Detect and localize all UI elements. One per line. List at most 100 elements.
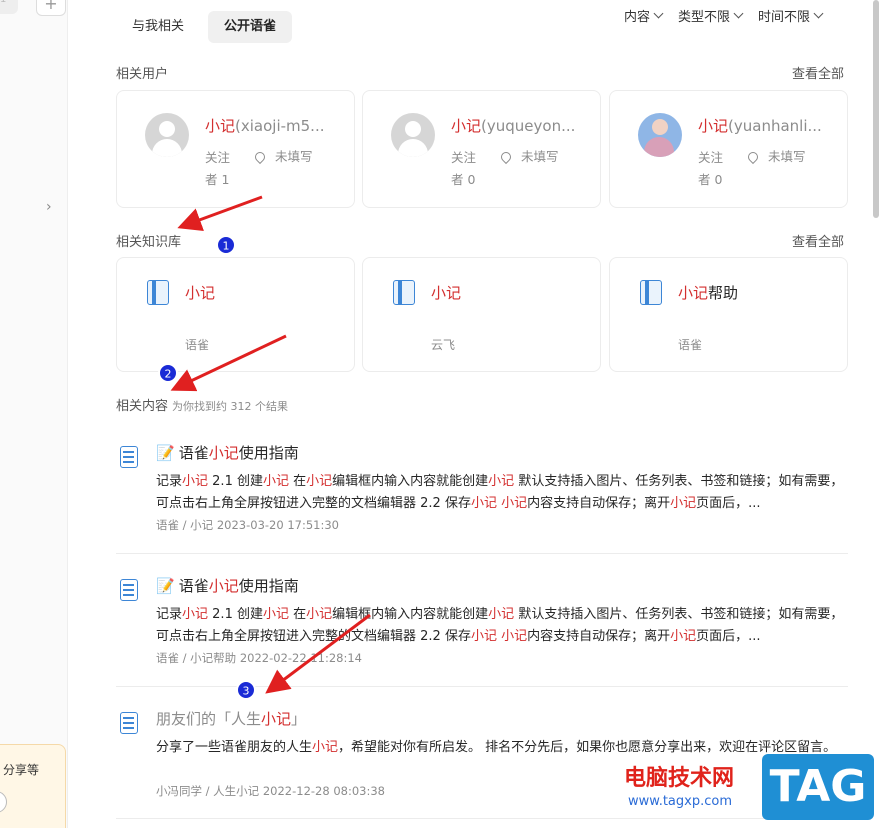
keyword-highlight: 小记 [488,474,515,489]
promo-text: 分享等 [3,763,40,777]
result-title[interactable]: 📝 语雀小记使用指南 [156,575,299,596]
keyword-highlight: 小记 [306,474,333,489]
kb-owner: 语雀 [678,338,703,352]
snippet-text: 编辑框内输入内容就能创建 [332,474,489,489]
keyword-highlight: 小记 [501,629,528,644]
book-icon [147,280,169,305]
filter-type-dropdown[interactable]: 类型不限 [678,6,744,25]
follower-count: 者 1 [205,172,230,187]
result-item[interactable]: 📝 语雀小记使用指南 记录小记 2.1 创建小记 在小记编辑框内输入内容就能创建小… [116,573,848,673]
location-pin-icon [745,149,761,165]
avatar [145,113,189,157]
kb-name[interactable]: 小记 [431,282,461,303]
promo-button[interactable] [0,791,7,813]
keyword-highlight: 小记 [262,474,289,489]
user-name[interactable]: 小记(yuqueyon... [451,115,581,136]
filter-bar: 内容 类型不限 时间不限 [624,6,824,25]
result-count: 为你找到约 312 个结果 [172,400,289,413]
follower-count: 者 0 [451,172,476,187]
snippet-text: 内容支持自动保存；离开 [527,629,671,644]
tab-related-to-me[interactable]: 与我相关 [116,11,200,43]
result-item[interactable]: 📝 语雀小记使用指南 记录小记 2.1 创建小记 在小记编辑框内输入内容就能创建小… [116,440,848,540]
book-icon [640,280,662,305]
promo-card[interactable]: 分享等 [0,744,66,828]
snippet-text: 页面后，... [696,496,761,511]
snippet-text: 2.1 创建 [208,474,263,489]
kb-name[interactable]: 小记 [185,282,215,303]
location: 未填写 [498,146,559,168]
scrollbar-thumb[interactable] [873,0,879,218]
filter-content-dropdown[interactable]: 内容 [624,6,664,25]
document-icon [120,579,138,601]
avatar [391,113,435,157]
divider [116,686,848,687]
memo-icon: 📝 [156,577,175,595]
book-icon [393,280,415,305]
document-icon [120,446,138,468]
user-name[interactable]: 小记(yuanhanli... [698,115,828,136]
user-card[interactable]: 小记(yuqueyon... 关注 未填写 者 0 [362,90,601,208]
keyword-highlight: 小记 [670,496,697,511]
snippet-text: 记录 [156,607,183,622]
user-card[interactable]: 小记(xiaoji-m5... 关注 未填写 者 1 [116,90,355,208]
add-button[interactable]: + [36,0,66,16]
kb-owner: 语雀 [185,338,210,352]
tab-public-yuque[interactable]: 公开语雀 [208,11,293,43]
related-kb-title: 相关知识库 [116,235,182,250]
keyword-highlight: 小记 [312,740,339,755]
result-snippet: 分享了一些语雀朋友的人生小记，希望能对你有所启发。 排名不分先后，如果你也愿意分… [156,737,848,759]
result-meta: 小冯同学 / 人生小记 2022-12-28 08:03:38 [156,784,385,798]
kb-card[interactable]: 小记 云飞 [362,257,601,372]
user-meta: 关注 未填写 者 0 [451,146,559,191]
user-name[interactable]: 小记(xiaoji-m5... [205,115,335,136]
watermark-url: www.tagxp.com [628,794,732,809]
follow-label: 关注 [451,150,477,165]
location-pin-icon [252,149,268,165]
result-meta: 语雀 / 小记 2023-03-20 17:51:30 [156,518,339,532]
follower-count: 者 0 [698,172,723,187]
follow-label: 关注 [205,150,231,165]
chevron-right-icon[interactable]: › [46,199,52,215]
watermark-tag-logo: TAG [762,754,874,820]
snippet-text: 页面后，... [696,629,761,644]
related-content-title: 相关内容 为你找到约 312 个结果 [116,399,289,414]
keyword-highlight: 小记 [501,496,528,511]
user-meta: 关注 未填写 者 0 [698,146,806,191]
annotation-badge: 1 [216,235,236,255]
snippet-text: ，希望能对你有所启发。 排名不分先后，如果你也愿意分享出来，欢迎在评论区留言。 [338,740,837,755]
keyword-highlight: 小记 [470,496,497,511]
snippet-text: 记录 [156,474,183,489]
result-title[interactable]: 📝 语雀小记使用指南 [156,442,299,463]
see-all-users-link[interactable]: 查看全部 [792,63,844,82]
result-snippet: 记录小记 2.1 创建小记 在小记编辑框内输入内容就能创建小记 默认支持插入图片… [156,471,848,515]
related-users-title: 相关用户 [116,67,169,82]
document-icon [120,712,138,734]
kb-card[interactable]: 小记帮助 语雀 [609,257,848,372]
snippet-text: 编辑框内输入内容就能创建 [332,607,489,622]
result-snippet: 记录小记 2.1 创建小记 在小记编辑框内输入内容就能创建小记 默认支持插入图片… [156,604,848,648]
avatar [638,113,682,157]
user-card[interactable]: 小记(yuanhanli... 关注 未填写 者 0 [609,90,848,208]
result-meta: 语雀 / 小记帮助 2022-02-22 11:28:14 [156,651,362,665]
follow-label: 关注 [698,150,724,165]
chevron-down-icon [813,8,824,19]
kb-card[interactable]: 小记 语雀 [116,257,355,372]
snippet-text: 内容支持自动保存；离开 [527,496,671,511]
result-title[interactable]: 朋友们的「人生小记」 [156,708,306,729]
kb-name[interactable]: 小记帮助 [678,282,738,303]
keyword-highlight: 小记 [306,607,333,622]
user-meta: 关注 未填写 者 1 [205,146,313,191]
filter-time-dropdown[interactable]: 时间不限 [758,6,824,25]
sidebar-partial-item[interactable]: 1 [0,0,18,14]
keyword-highlight: 小记 [262,607,289,622]
kb-owner: 云飞 [431,338,456,352]
keyword-highlight: 小记 [470,629,497,644]
see-all-kb-link[interactable]: 查看全部 [792,231,844,250]
scrollbar[interactable] [872,0,880,828]
memo-icon: 📝 [156,444,175,462]
keyword-highlight: 小记 [488,607,515,622]
left-sidebar: 1 + › 分享等 [0,0,68,828]
chevron-down-icon [733,8,744,19]
watermark: 电脑技术网 www.tagxp.com TAG [620,754,880,828]
location-pin-icon [498,149,514,165]
